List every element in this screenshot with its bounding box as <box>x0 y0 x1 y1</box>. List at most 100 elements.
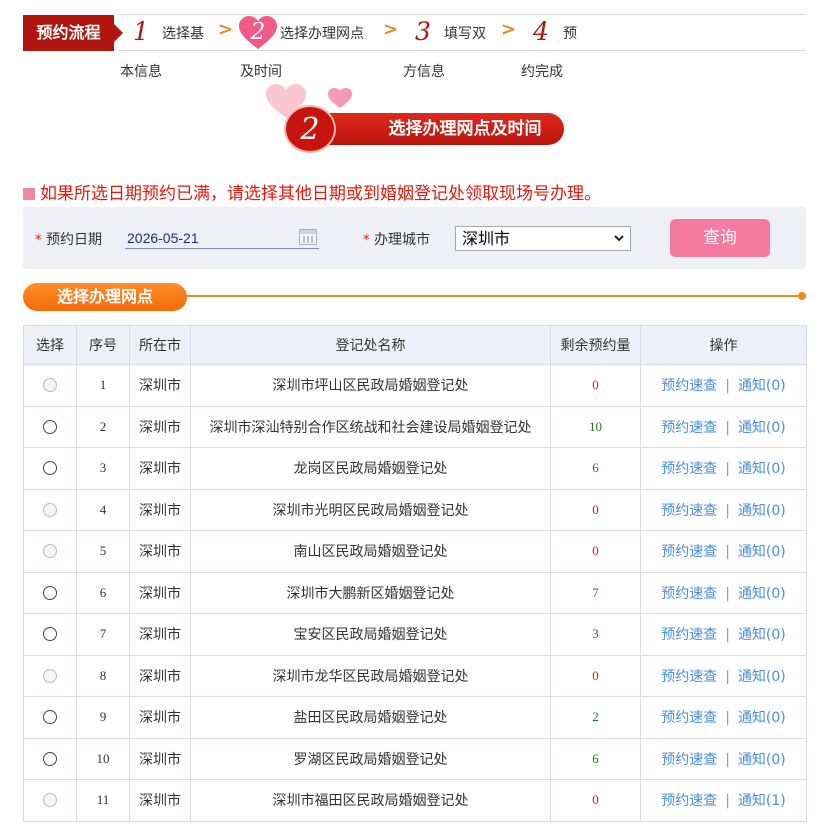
action-separator: | <box>725 668 730 685</box>
row-actions: 预约速查 | 通知(1) <box>640 779 807 822</box>
divider <box>118 14 806 15</box>
date-input[interactable] <box>125 227 319 249</box>
check-link[interactable]: 预约速查 <box>661 420 717 436</box>
step-2-label: 选择办理网点 <box>280 26 364 42</box>
select-cell <box>23 405 77 448</box>
step-1-number: 1 <box>133 17 149 46</box>
notice-link[interactable]: 通知(0) <box>738 420 786 436</box>
notice-link[interactable]: 通知(0) <box>738 752 786 768</box>
row-index: 9 <box>76 696 130 739</box>
date-label: * 预约日期 <box>35 229 102 249</box>
row-city: 深圳市 <box>129 737 191 780</box>
row-office-name: 盐田区民政局婚姻登记处 <box>190 696 551 739</box>
radio-icon <box>43 793 57 808</box>
table-row: 3 深圳市 龙岗区民政局婚姻登记处 6 预约速查 | 通知(0) <box>23 447 807 490</box>
check-link[interactable]: 预约速查 <box>661 793 717 809</box>
radio-icon[interactable] <box>43 461 57 476</box>
notice-link[interactable]: 通知(1) <box>738 793 786 809</box>
radio-icon[interactable] <box>43 419 57 434</box>
office-table: 选择 序号 所在市 登记处名称 剩余预约量 操作 1 深圳市 深圳市坪山区民政局婚姻… <box>23 325 807 822</box>
row-remaining: 7 <box>550 571 641 614</box>
row-office-name: 深圳市深汕特别合作区统战和社会建设局婚姻登记处 <box>190 405 551 448</box>
row-remaining: 0 <box>550 364 641 407</box>
notice-link[interactable]: 通知(0) <box>738 378 786 394</box>
radio-icon <box>43 668 57 683</box>
row-remaining: 0 <box>550 530 641 573</box>
city-select-value: 深圳市 <box>462 229 511 248</box>
radio-icon[interactable] <box>43 710 57 725</box>
row-city: 深圳市 <box>129 530 191 573</box>
radio-icon <box>43 378 57 393</box>
check-link[interactable]: 预约速查 <box>661 378 717 394</box>
radio-icon[interactable] <box>43 627 57 642</box>
row-actions: 预约速查 | 通知(0) <box>640 696 807 739</box>
row-remaining: 6 <box>550 447 641 490</box>
row-index: 10 <box>76 737 130 780</box>
check-link[interactable]: 预约速查 <box>661 503 717 519</box>
row-remaining: 3 <box>550 613 641 656</box>
row-office-name: 龙岗区民政局婚姻登记处 <box>190 447 551 490</box>
check-link[interactable]: 预约速查 <box>661 669 717 685</box>
select-cell <box>23 571 77 614</box>
row-city: 深圳市 <box>129 364 191 407</box>
select-cell <box>23 488 77 531</box>
row-city: 深圳市 <box>129 779 191 822</box>
row-index: 8 <box>76 654 130 697</box>
row-city: 深圳市 <box>129 571 191 614</box>
row-actions: 预约速查 | 通知(0) <box>640 571 807 614</box>
notice-text: 如果所选日期预约已满，请选择其他日期或到婚姻登记处领取现场号办理。 <box>40 184 601 204</box>
row-index: 2 <box>76 405 130 448</box>
row-remaining: 0 <box>550 654 641 697</box>
check-link[interactable]: 预约速查 <box>661 710 717 726</box>
row-actions: 预约速查 | 通知(0) <box>640 613 807 656</box>
check-link[interactable]: 预约速查 <box>661 544 717 560</box>
check-link[interactable]: 预约速查 <box>661 461 717 477</box>
step-4-label: 预 <box>563 26 577 42</box>
city-select[interactable]: 深圳市 <box>455 226 631 251</box>
row-office-name: 深圳市大鹏新区婚姻登记处 <box>190 571 551 614</box>
table-row: 8 深圳市 深圳市龙华区民政局婚姻登记处 0 预约速查 | 通知(0) <box>23 654 807 697</box>
step-arrow-icon: > <box>218 19 234 40</box>
table-row: 2 深圳市 深圳市深汕特别合作区统战和社会建设局婚姻登记处 10 预约速查 | 通知(0) <box>23 405 807 448</box>
step-3-number: 3 <box>415 17 431 46</box>
notice-bullet-icon <box>23 188 35 200</box>
action-separator: | <box>725 585 730 602</box>
check-link[interactable]: 预约速查 <box>661 627 717 643</box>
table-row: 11 深圳市 深圳市福田区民政局婚姻登记处 0 预约速查 | 通知(1) <box>23 779 807 822</box>
step-bar: 预约流程 1 选择基 本信息 > 2 选择办理网点 及时间 > 3 填写双 方信… <box>23 12 806 82</box>
radio-icon[interactable] <box>43 585 57 600</box>
table-row: 7 深圳市 宝安区民政局婚姻登记处 3 预约速查 | 通知(0) <box>23 613 807 656</box>
notice-link[interactable]: 通知(0) <box>738 586 786 602</box>
notice-link[interactable]: 通知(0) <box>738 461 786 477</box>
row-office-name: 深圳市福田区民政局婚姻登记处 <box>190 779 551 822</box>
radio-icon <box>43 502 57 517</box>
action-separator: | <box>725 419 730 436</box>
notice-link[interactable]: 通知(0) <box>738 627 786 643</box>
notice-link[interactable]: 通知(0) <box>738 544 786 560</box>
select-cell <box>23 613 77 656</box>
radio-icon <box>43 544 57 559</box>
calendar-icon[interactable] <box>299 229 317 245</box>
row-actions: 预约速查 | 通知(0) <box>640 654 807 697</box>
check-link[interactable]: 预约速查 <box>661 586 717 602</box>
table-header-row: 选择 序号 所在市 登记处名称 剩余预约量 操作 <box>23 325 807 365</box>
step-arrow-icon: > <box>501 19 517 40</box>
select-cell <box>23 654 77 697</box>
check-link[interactable]: 预约速查 <box>661 752 717 768</box>
select-cell <box>23 447 77 490</box>
row-city: 深圳市 <box>129 488 191 531</box>
row-actions: 预约速查 | 通知(0) <box>640 364 807 407</box>
notice-link[interactable]: 通知(0) <box>738 710 786 726</box>
header-index: 序号 <box>76 325 130 365</box>
select-cell <box>23 779 77 822</box>
banner-step-number: 2 <box>300 112 320 147</box>
notice-link[interactable]: 通知(0) <box>738 669 786 685</box>
city-label-text: 办理城市 <box>373 232 430 248</box>
radio-icon[interactable] <box>43 751 57 766</box>
row-city: 深圳市 <box>129 405 191 448</box>
table-row: 9 深圳市 盐田区民政局婚姻登记处 2 预约速查 | 通知(0) <box>23 696 807 739</box>
banner-pill: 选择办理网点及时间 <box>300 113 564 145</box>
query-button[interactable]: 查询 <box>670 219 770 257</box>
notice-link[interactable]: 通知(0) <box>738 503 786 519</box>
row-index: 1 <box>76 364 130 407</box>
